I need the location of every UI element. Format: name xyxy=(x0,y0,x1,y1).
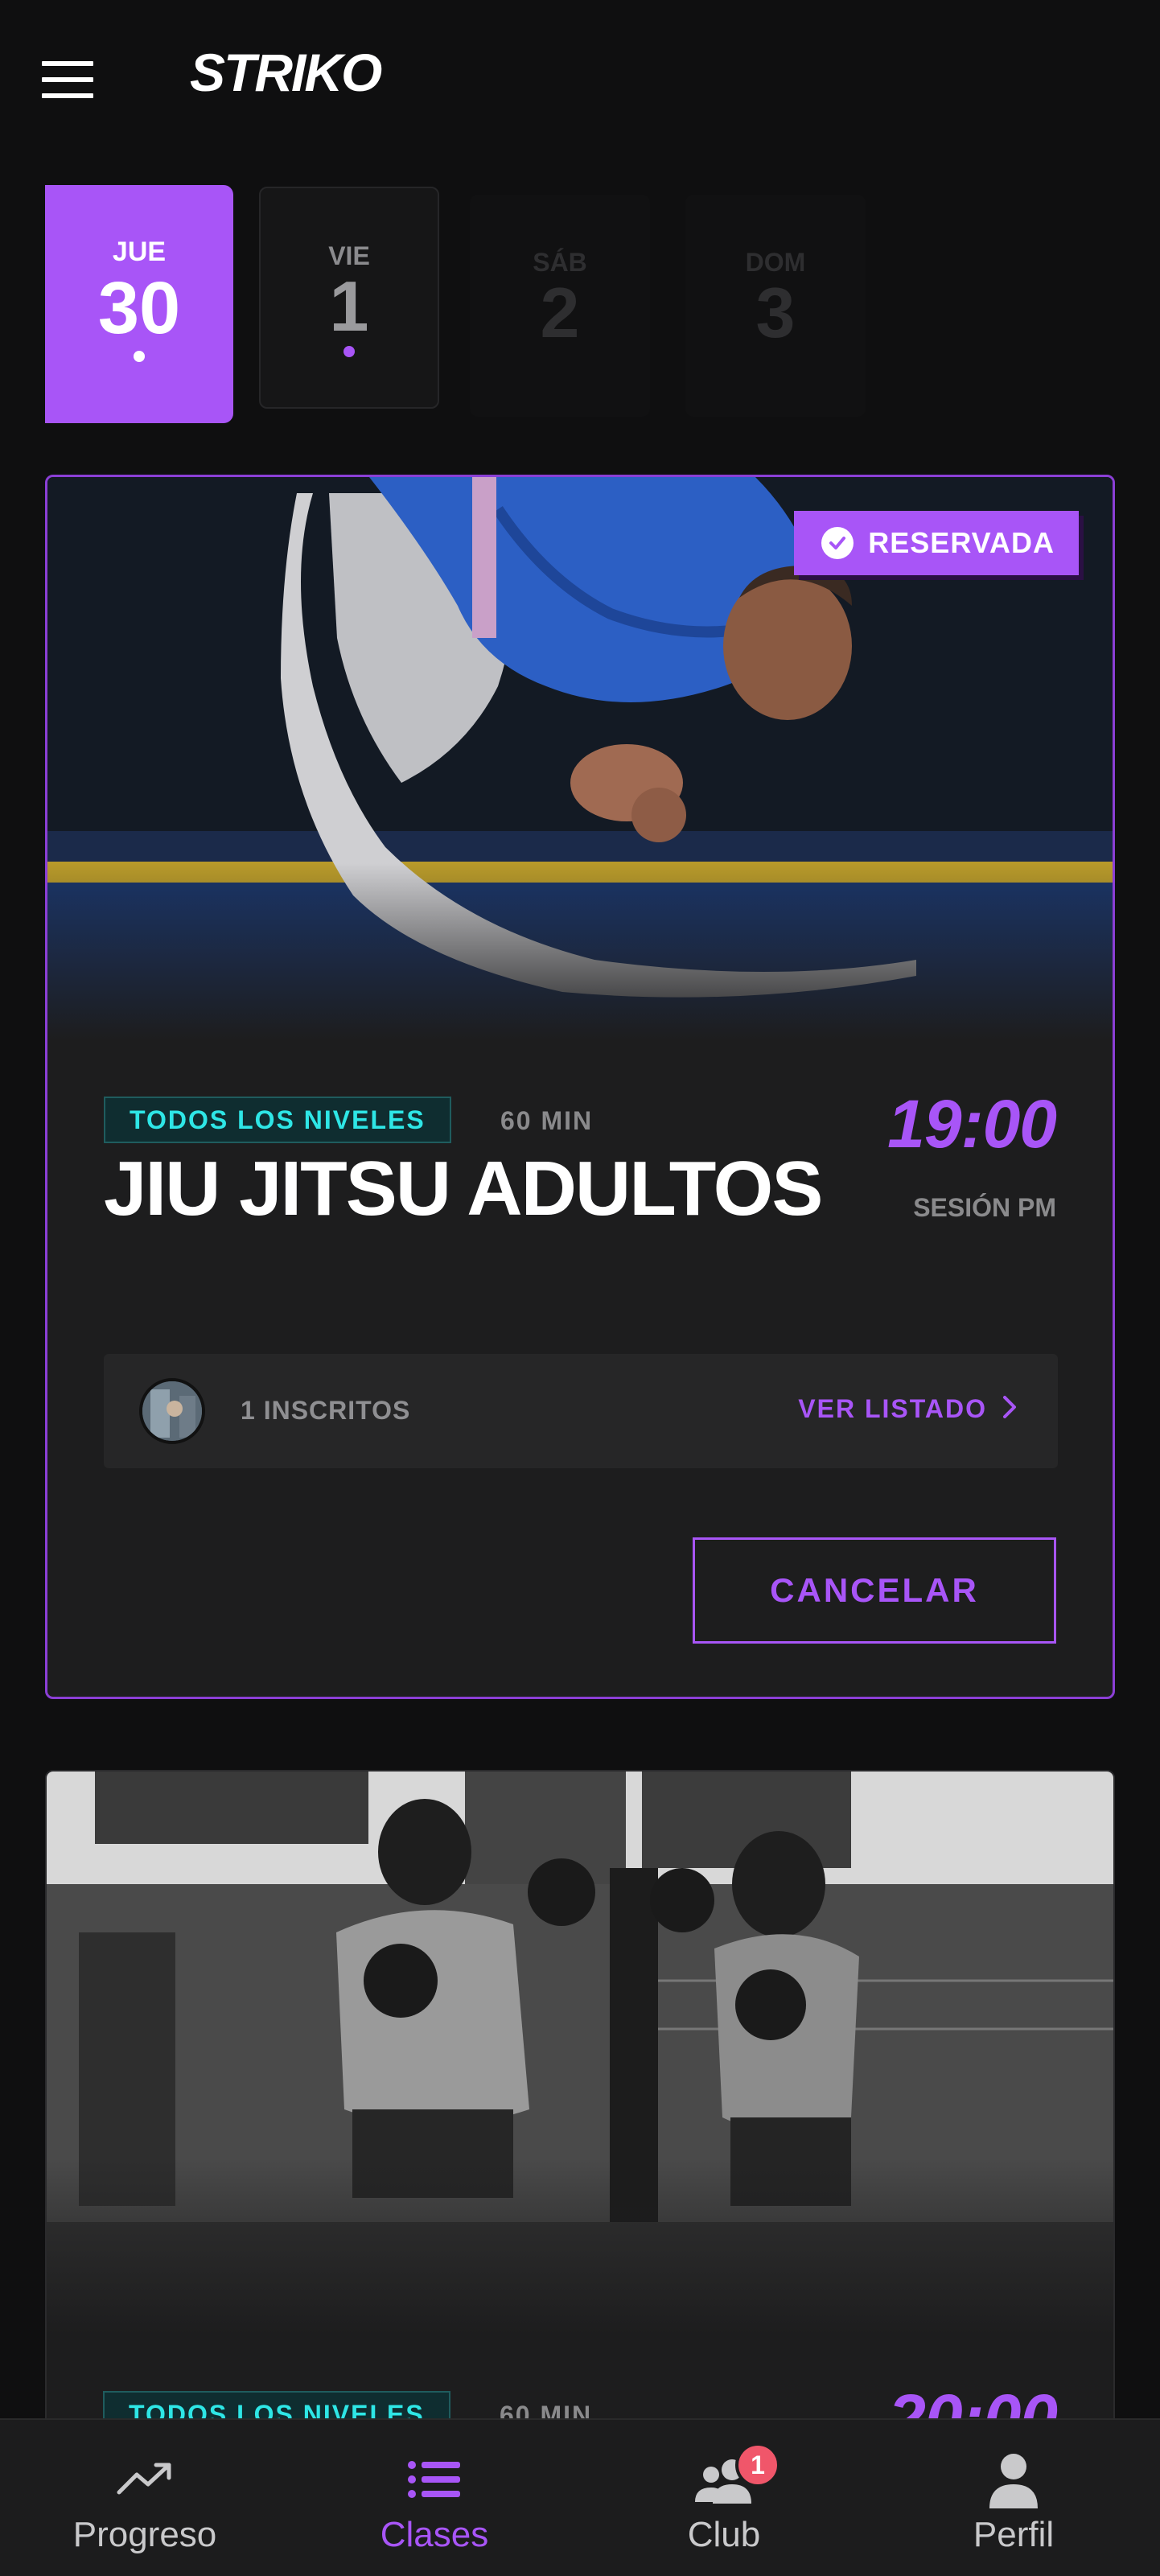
notification-badge: 1 xyxy=(735,2442,780,2488)
user-icon xyxy=(981,2447,1046,2512)
app-logo: STRIKO xyxy=(190,43,382,102)
view-list-label: VER LISTADO xyxy=(798,1394,987,1423)
nav-label: Clases xyxy=(380,2515,489,2554)
session-label: SESIÓN PM xyxy=(913,1193,1056,1222)
reserved-badge: RESERVADA xyxy=(794,511,1079,575)
cancel-button[interactable]: CANCELAR xyxy=(693,1537,1056,1644)
has-classes-dot xyxy=(134,351,145,362)
view-list-link[interactable]: VER LISTADO xyxy=(798,1394,1018,1424)
class-time: 19:00 xyxy=(887,1086,1057,1162)
app-header: STRIKO xyxy=(0,0,1160,153)
check-circle-icon xyxy=(821,527,854,559)
class-card[interactable]: RESERVADA TODOS LOS NIVELES 60 MIN JIU J… xyxy=(45,475,1115,1699)
level-tag: TODOS LOS NIVELES xyxy=(104,1097,451,1143)
day-tab-sunday[interactable]: DOM 3 xyxy=(685,195,866,417)
bottom-navigation: Progreso Clases 1 Club Perfil xyxy=(0,2418,1160,2576)
nav-item-progreso[interactable]: Progreso xyxy=(0,2420,290,2576)
list-icon xyxy=(402,2447,467,2512)
nav-label: Progreso xyxy=(72,2515,217,2554)
day-tab-friday[interactable]: VIE 1 xyxy=(259,187,439,409)
chevron-right-icon xyxy=(1002,1394,1018,1424)
enrolled-count: 1 INSCRITOS xyxy=(241,1396,411,1425)
day-number: 3 xyxy=(755,273,796,352)
nav-label: Perfil xyxy=(973,2515,1055,2554)
class-photo-kickboxing xyxy=(47,1772,1113,2335)
has-classes-dot xyxy=(343,346,355,357)
day-number: 30 xyxy=(97,267,181,349)
day-tab-thursday[interactable]: JUE 30 xyxy=(45,185,233,423)
class-title: JIU JITSU ADULTOS xyxy=(104,1146,823,1232)
trend-up-icon xyxy=(113,2447,177,2512)
day-tab-saturday[interactable]: SÁB 2 xyxy=(470,195,650,417)
day-number: 2 xyxy=(540,273,580,352)
day-number: 1 xyxy=(329,266,369,346)
nav-item-club[interactable]: 1 Club xyxy=(579,2420,869,2576)
reserved-label: RESERVADA xyxy=(868,526,1055,559)
avatar xyxy=(139,1378,205,1444)
day-selector: JUE 30 VIE 1 SÁB 2 DOM 3 xyxy=(45,185,1115,423)
nav-item-perfil[interactable]: Perfil xyxy=(869,2420,1158,2576)
enrolled-row: 1 INSCRITOS VER LISTADO xyxy=(104,1354,1058,1468)
nav-label: Club xyxy=(687,2515,761,2554)
class-duration: 60 MIN xyxy=(500,1106,594,1135)
nav-item-clases[interactable]: Clases xyxy=(290,2420,579,2576)
hamburger-menu-icon[interactable] xyxy=(42,61,93,98)
day-name: JUE xyxy=(112,237,167,267)
